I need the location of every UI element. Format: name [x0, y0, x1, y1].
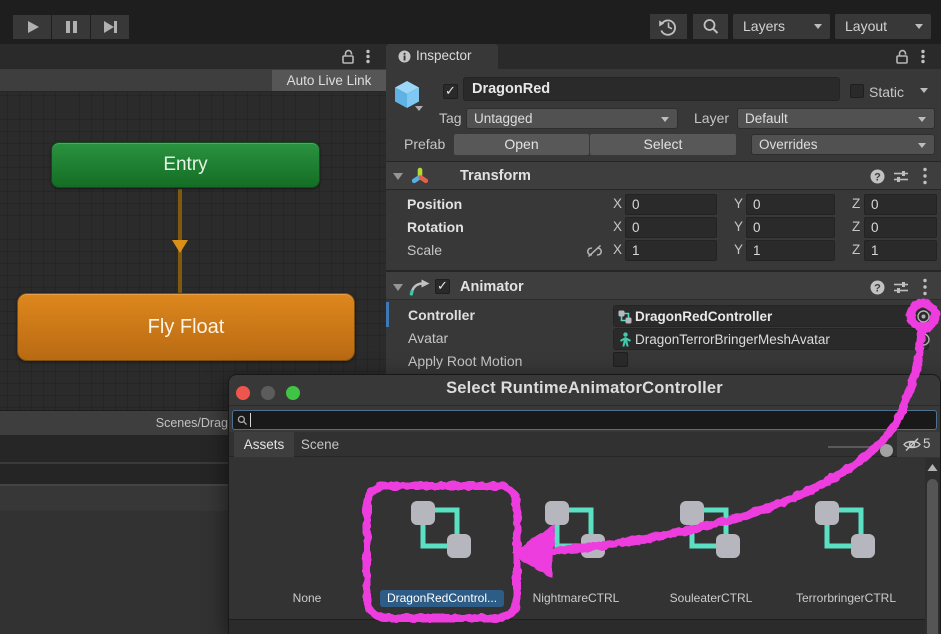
- svg-text:?: ?: [874, 283, 881, 295]
- svg-text:?: ?: [874, 172, 881, 184]
